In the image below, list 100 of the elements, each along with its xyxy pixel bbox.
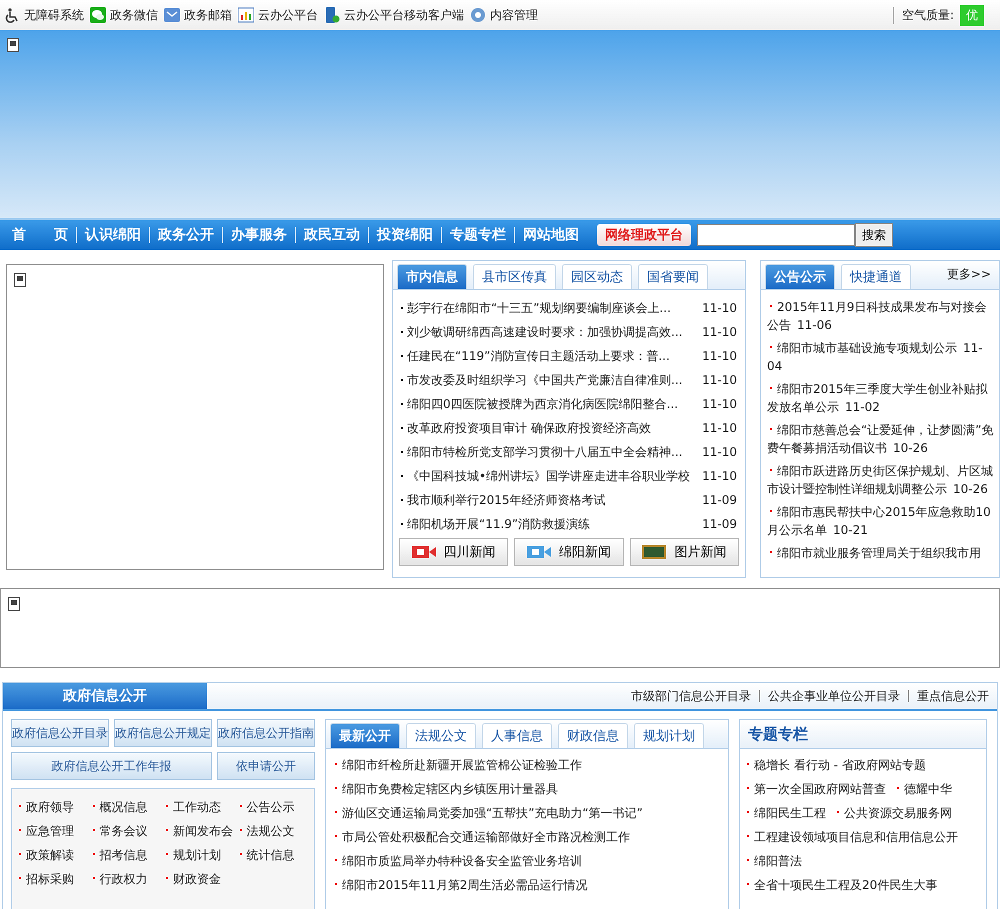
nav-item[interactable]: 首 页 [4,226,76,244]
category-link[interactable]: 应急管理 [16,821,90,841]
nav-item[interactable]: 办事服务 [223,226,295,244]
topic-link[interactable]: 全省十项民生工程及20件民生大事 [744,877,938,895]
category-link[interactable]: 招考信息 [90,845,163,865]
news-button[interactable]: 绵阳新闻 [514,538,624,566]
notice-link[interactable]: 绵阳市城市基础设施专项规划公示 11-04 [767,339,995,375]
topic-link[interactable]: 第一次全国政府网站普查 [744,781,886,799]
notice-link[interactable]: 绵阳市惠民帮扶中心2015年应急救助10月公示名单 10-21 [767,503,995,539]
category-link[interactable]: 工作动态 [163,797,236,817]
tab[interactable]: 县市区传真 [473,264,556,289]
search-button[interactable]: 搜索 [855,223,893,247]
nav-item[interactable]: 专题专栏 [442,226,514,244]
news-link[interactable]: 绵阳市特检所党支部学习贯彻十八届五中全会精神... [407,444,697,460]
search-field[interactable] [697,224,855,246]
category-link[interactable]: 政府领导 [16,797,90,817]
news-date: 11-10 [701,373,737,387]
category-link[interactable]: 统计信息 [236,845,310,865]
toolbar-link[interactable]: 云办公平台 [238,6,318,24]
nav-item[interactable]: 认识绵阳 [77,226,149,244]
tab[interactable]: 园区动态 [562,264,632,289]
section-title: 政府信息公开 [3,683,207,709]
news-link[interactable]: 我市顺利举行2015年经济师资格考试 [407,492,697,508]
toolbar-link[interactable]: 政务微信 [90,6,158,24]
toolbar-link[interactable]: 内容管理 [470,6,538,24]
info-button[interactable]: 政府信息公开工作年报 [11,752,212,780]
header-link[interactable]: 重点信息公开 [909,688,997,704]
category-link[interactable]: 财政资金 [163,869,236,889]
topic-link[interactable]: 公共资源交易服务网 [834,805,952,823]
news-link[interactable]: 绵阳四0四医院被授牌为西京消化病医院绵阳整合... [407,396,697,412]
tab[interactable]: 规划计划 [634,723,704,748]
category-link[interactable]: 公告公示 [236,797,310,817]
news-link[interactable]: 市发改委及时组织学习《中国共产党廉洁自律准则... [407,372,697,388]
info-button[interactable]: 依申请公开 [217,752,315,780]
info-button[interactable]: 政府信息公开目录 [11,719,109,747]
chart-icon [238,7,254,23]
notice-link[interactable]: 绵阳市2015年三季度大学生创业补贴拟发放名单公示 11-02 [767,380,995,416]
topic-link[interactable]: 德耀中华 [894,781,952,799]
news-link[interactable]: 游仙区交通运输局党委加强“五帮扶”充电助力“第一书记” [332,805,722,823]
news-link[interactable]: 绵阳市质监局举办特种设备安全监管业务培训 [332,853,722,871]
news-date: 11-10 [701,397,737,411]
category-link[interactable]: 法规公文 [236,821,310,841]
news-button[interactable]: 四川新闻 [399,538,508,566]
category-link[interactable]: 行政权力 [90,869,163,889]
topic-link[interactable]: 工程建设领域项目信息和信用信息公开 [744,829,958,847]
broken-image-icon [8,597,20,611]
nav-item[interactable]: 政务公开 [150,226,222,244]
notice-link[interactable]: 2015年11月9日科技成果发布与对接会公告 11-06 [767,298,995,334]
tab[interactable]: 财政信息 [558,723,628,748]
category-link[interactable]: 招标采购 [16,869,90,889]
nav-item[interactable]: 政民互动 [296,226,368,244]
news-date: 11-10 [701,325,737,339]
topic-link[interactable]: 绵阳民生工程 [744,805,826,823]
mail-icon [164,7,180,23]
news-link[interactable]: 绵阳市2015年11月第2周生活必需品运行情况 [332,877,722,895]
category-link[interactable]: 常务会议 [90,821,163,841]
toolbar-link[interactable]: 云办公平台移动客户端 [324,6,464,24]
blackboard-icon [642,545,666,559]
category-link[interactable]: 规划计划 [163,845,236,865]
nav-item[interactable]: 网站地图 [515,226,587,244]
topic-link[interactable]: 稳增长 看行动 - 省政府网站专题 [744,757,926,775]
header-link[interactable]: 公共企事业单位公开目录 [760,688,908,704]
info-button[interactable]: 政府信息公开指南 [217,719,315,747]
tab[interactable]: 国省要闻 [638,264,708,289]
news-link[interactable]: 绵阳市纤检所赴新疆开展监管棉公证检验工作 [332,757,722,775]
notice-link[interactable]: 绵阳市慈善总会“让爱延伸，让梦圆满”免费午餐募捐活动倡议书 10-26 [767,421,995,457]
header-link[interactable]: 市级部门信息公开目录 [623,688,759,704]
broken-image-icon [14,273,26,287]
toolbar-link[interactable]: 政务邮箱 [164,6,232,24]
news-date: 11-09 [701,517,737,531]
category-link[interactable]: 新闻发布会 [163,821,236,841]
news-link[interactable]: 彭宇行在绵阳市“十三五”规划纲要编制座谈会上... [407,300,697,316]
news-link[interactable]: 绵阳市免费检定辖区内乡镇医用计量器具 [332,781,722,799]
notice-link[interactable]: 绵阳市跃进路历史街区保护规划、片区城市设计暨控制性详细规划调整公示 10-26 [767,462,995,498]
wheelchair-icon [4,7,20,23]
nav-item[interactable]: 投资绵阳 [369,226,441,244]
category-link[interactable]: 政策解读 [16,845,90,865]
tab[interactable]: 人事信息 [482,723,552,748]
tab[interactable]: 最新公开 [330,723,400,748]
more-link[interactable]: 更多>> [946,266,999,289]
category-link[interactable]: 概况信息 [90,797,163,817]
gear-icon [470,7,486,23]
news-link[interactable]: 任建民在“119”消防宣传日主题活动上要求：普... [407,348,697,364]
info-button[interactable]: 政府信息公开规定 [114,719,212,747]
news-link[interactable]: 改革政府投资项目审计 确保政府投资经济高效 [407,420,697,436]
news-link[interactable]: 《中国科技城•绵州讲坛》国学讲座走进丰谷职业学校 [407,468,697,484]
tab[interactable]: 快捷通道 [841,264,911,289]
news-button[interactable]: 图片新闻 [630,538,739,566]
news-date: 11-10 [701,421,737,435]
air-quality-label: 空气质量: [892,6,954,24]
news-link[interactable]: 绵阳机场开展“11.9”消防救援演练 [407,516,697,532]
news-link[interactable]: 市局公管处积极配合交通运输部做好全市路况检测工作 [332,829,722,847]
tab[interactable]: 市内信息 [397,264,467,289]
tab[interactable]: 法规公文 [406,723,476,748]
topic-link[interactable]: 绵阳普法 [744,853,802,871]
tab[interactable]: 公告公示 [765,264,835,289]
notice-link[interactable]: 绵阳市就业服务管理局关于组织我市用 [767,544,995,562]
toolbar-link[interactable]: 无障碍系统 [4,6,84,24]
nav-highlight-button[interactable]: 网络理政平台 [597,224,691,246]
news-link[interactable]: 刘少敏调研绵西高速建设时要求：加强协调提高效... [407,324,697,340]
